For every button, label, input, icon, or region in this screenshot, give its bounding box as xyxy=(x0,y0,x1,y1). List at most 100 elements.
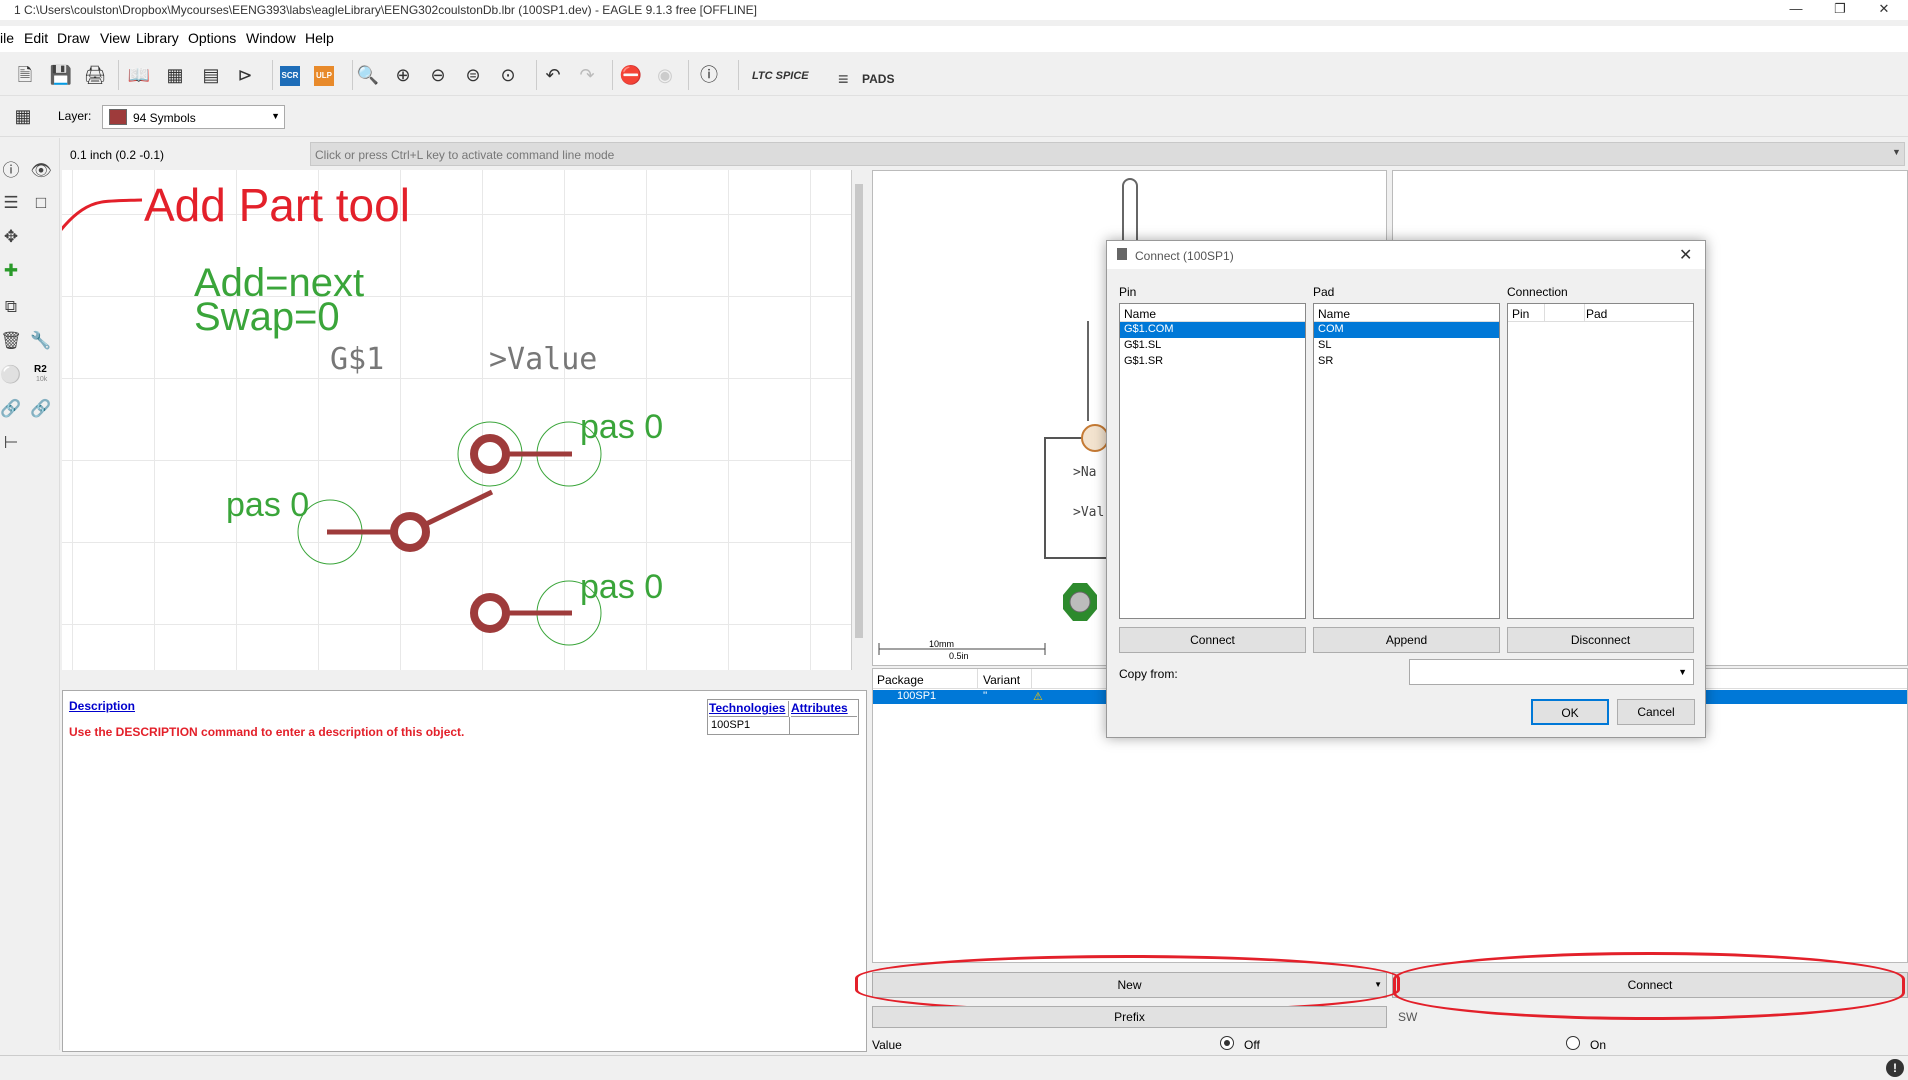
pad-list[interactable]: Name COM SL SR xyxy=(1313,303,1500,619)
list-item[interactable]: SR xyxy=(1314,354,1499,370)
move-icon[interactable]: ✥ xyxy=(0,224,24,250)
info-icon[interactable]: ⓘ xyxy=(0,158,24,184)
tag-icon[interactable]: ⚪ xyxy=(0,362,24,388)
attributes-link[interactable]: Attributes xyxy=(791,701,857,717)
command-line-input[interactable]: Click or press Ctrl+L key to activate co… xyxy=(310,142,1905,166)
col-variant[interactable]: Variant xyxy=(983,673,1020,687)
scr-button[interactable]: SCR xyxy=(280,66,300,86)
eye-icon[interactable]: 👁 xyxy=(28,158,54,184)
save-icon[interactable]: 💾 xyxy=(48,62,74,88)
menu-file[interactable]: ile xyxy=(0,30,14,46)
conn-pin-header[interactable]: Pin xyxy=(1512,307,1529,321)
switch-com-terminal xyxy=(390,512,430,552)
delete-icon[interactable]: 🗑 xyxy=(0,328,24,354)
zoom-out-icon[interactable]: ⊖ xyxy=(425,62,451,88)
minimize-button[interactable]: — xyxy=(1774,0,1818,20)
link-add-icon[interactable]: 🔗 xyxy=(0,396,24,422)
wrench-icon[interactable]: 🔧 xyxy=(28,328,54,354)
layer-select[interactable]: 94 Symbols ▼ xyxy=(102,105,285,129)
zoom-select-icon[interactable]: ⊙ xyxy=(495,62,521,88)
link-remove-icon[interactable]: 🔗 xyxy=(28,396,54,422)
layer-label: Layer: xyxy=(58,109,92,123)
go-icon[interactable]: ◉ xyxy=(652,62,678,88)
zoom-fit-icon[interactable]: 🔍 xyxy=(355,62,381,88)
pin-label-sl: pas 0 xyxy=(580,408,664,446)
zoom-redraw-icon[interactable]: ⊜ xyxy=(460,62,486,88)
prefix-button[interactable]: Prefix xyxy=(872,1006,1387,1028)
menu-draw[interactable]: Draw xyxy=(57,30,90,46)
symbol-canvas[interactable]: Add Part tool Add=next Swap=0 G$1 >Value… xyxy=(62,170,852,670)
layer-color-swatch xyxy=(109,109,127,125)
technology-value: 100SP1 xyxy=(711,719,751,731)
scrollbar-thumb[interactable] xyxy=(855,184,863,638)
pads-button[interactable]: PADS xyxy=(862,72,894,86)
ulp-button[interactable]: ULP xyxy=(314,66,334,86)
command-history-icon[interactable]: ▼ xyxy=(1892,147,1901,157)
annotation-arrow xyxy=(62,198,143,232)
close-icon[interactable]: ✕ xyxy=(1679,245,1692,265)
help-icon[interactable]: ⓘ xyxy=(696,62,722,88)
pad-name-header[interactable]: Name xyxy=(1314,304,1499,322)
list-item[interactable]: COM xyxy=(1314,322,1499,338)
technologies-table: Technologies Attributes 100SP1 xyxy=(707,699,859,735)
copy-icon[interactable]: ⧉ xyxy=(0,294,24,320)
conn-pad-header[interactable]: Pad xyxy=(1586,307,1607,321)
book-icon[interactable]: 📖 xyxy=(126,62,152,88)
list-item[interactable]: SL xyxy=(1314,338,1499,354)
redo-icon[interactable]: ↷ xyxy=(574,62,600,88)
alert-icon[interactable]: ! xyxy=(1886,1059,1904,1077)
symbol-icon[interactable]: ⊳ xyxy=(232,62,258,88)
print-icon[interactable]: 🖨 xyxy=(82,62,108,88)
disconnect-button[interactable]: Disconnect xyxy=(1507,627,1694,653)
layers-icon[interactable]: ☰ xyxy=(0,190,24,216)
pin-name-header[interactable]: Name xyxy=(1120,304,1305,322)
menu-edit[interactable]: Edit xyxy=(24,30,48,46)
restore-button[interactable]: ❐ xyxy=(1818,0,1862,20)
annotation-label: Add Part tool xyxy=(144,179,410,231)
ok-button[interactable]: OK xyxy=(1531,699,1609,725)
canvas-vertical-scrollbar[interactable] xyxy=(852,170,866,666)
append-button[interactable]: Append xyxy=(1313,627,1500,653)
description-panel: Description Use the DESCRIPTION command … xyxy=(62,690,867,1052)
ltc-spice-button[interactable]: LTC SPICE xyxy=(752,70,809,82)
book-icon xyxy=(1117,248,1127,260)
menu-library[interactable]: Library xyxy=(136,30,179,46)
toolbar-separator xyxy=(118,60,119,90)
origin-icon[interactable]: ⊢ xyxy=(0,430,24,456)
menu-view[interactable]: View xyxy=(100,30,130,46)
pin-list[interactable]: Name G$1.COM G$1.SL G$1.SR xyxy=(1119,303,1306,619)
toolbar-separator xyxy=(352,60,353,90)
technologies-link[interactable]: Technologies xyxy=(709,701,789,717)
grid-icon[interactable]: ▦ xyxy=(10,103,36,129)
value-placeholder: >Value xyxy=(489,342,598,377)
status-bar: ! xyxy=(0,1055,1908,1080)
close-window-button[interactable]: ✕ xyxy=(1862,0,1906,20)
list-item[interactable]: G$1.SR xyxy=(1120,354,1305,370)
board-icon[interactable]: ▦ xyxy=(162,62,188,88)
on-radio[interactable] xyxy=(1566,1036,1580,1050)
dialog-connect-button[interactable]: Connect xyxy=(1119,627,1306,653)
connection-list[interactable]: Pin Pad xyxy=(1507,303,1694,619)
col-package[interactable]: Package xyxy=(877,673,924,687)
list-item[interactable]: G$1.COM xyxy=(1120,322,1305,338)
menu-bar: ile Edit Draw View Library Options Windo… xyxy=(0,26,1908,52)
copy-from-select[interactable]: ▼ xyxy=(1409,659,1694,685)
chip-icon[interactable]: ▤ xyxy=(198,62,224,88)
menu-help[interactable]: Help xyxy=(305,30,334,46)
off-radio[interactable] xyxy=(1220,1036,1234,1050)
zoom-in-icon[interactable]: ⊕ xyxy=(390,62,416,88)
layer-bar: ▦ Layer: 94 Symbols ▼ xyxy=(0,97,1908,137)
canvas-horizontal-scrollbar[interactable] xyxy=(62,670,852,684)
menu-options[interactable]: Options xyxy=(188,30,236,46)
undo-icon[interactable]: ↶ xyxy=(540,62,566,88)
menu-window[interactable]: Window xyxy=(246,30,296,46)
cancel-button[interactable]: Cancel xyxy=(1617,699,1695,725)
r2-value-tool[interactable]: R2 xyxy=(34,364,47,375)
stop-icon[interactable]: ⛔ xyxy=(618,62,644,88)
add-part-icon[interactable]: ✚ xyxy=(0,258,24,284)
select-icon[interactable]: □ xyxy=(28,190,54,216)
title-bar: 1 C:\Users\coulston\Dropbox\Mycourses\EE… xyxy=(0,0,1908,20)
list-item[interactable]: G$1.SL xyxy=(1120,338,1305,354)
description-link[interactable]: Description xyxy=(69,699,135,713)
new-file-icon[interactable]: 🗎 xyxy=(12,62,38,88)
